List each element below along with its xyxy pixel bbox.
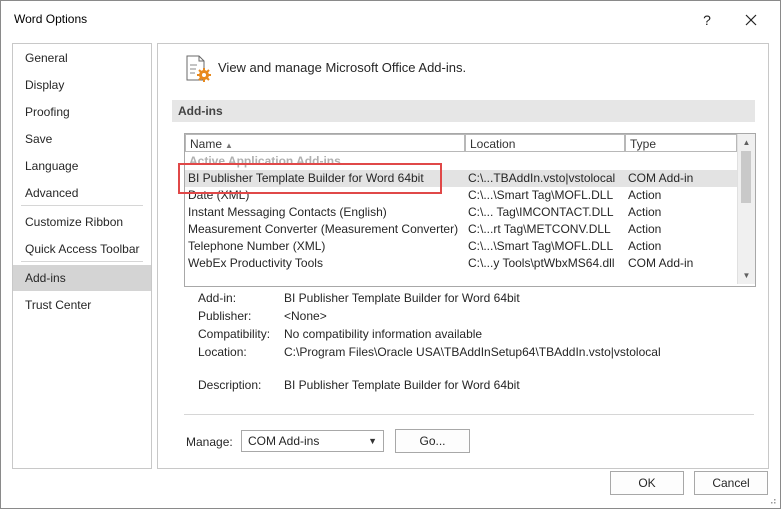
add-ins-panel: View and manage Microsoft Office Add-ins… <box>157 43 769 469</box>
panel-heading: View and manage Microsoft Office Add-ins… <box>218 60 467 75</box>
row-location: C:\... Tag\IMCONTACT.DLL <box>468 205 614 219</box>
scroll-thumb[interactable] <box>741 151 751 203</box>
table-row[interactable]: Measurement Converter (Measurement Conve… <box>185 221 737 238</box>
column-header-type[interactable]: Type <box>625 134 737 152</box>
row-location: C:\...\Smart Tag\MOFL.DLL <box>468 188 614 202</box>
highlight-annotation <box>178 163 442 194</box>
nav-item-general[interactable]: General <box>13 45 151 71</box>
row-location: C:\...\Smart Tag\MOFL.DLL <box>468 239 614 253</box>
detail-compatibility-label: Compatibility: <box>198 327 271 341</box>
detail-description-label: Description: <box>198 378 262 392</box>
column-name-label: Name <box>190 137 223 151</box>
detail-compatibility-value: No compatibility information available <box>284 327 483 341</box>
row-type: COM Add-in <box>628 256 694 270</box>
detail-addin-value: BI Publisher Template Builder for Word 6… <box>284 291 520 305</box>
nav-item-proofing[interactable]: Proofing <box>13 99 151 125</box>
scroll-down-icon[interactable]: ▼ <box>738 267 755 284</box>
row-type: COM Add-in <box>628 171 694 185</box>
detail-location-value: C:\Program Files\Oracle USA\TBAddInSetup… <box>284 345 661 359</box>
nav-item-quick-access-toolbar[interactable]: Quick Access Toolbar <box>13 236 151 262</box>
manage-label: Manage: <box>186 435 233 449</box>
detail-publisher-label: Publisher: <box>198 309 252 323</box>
nav-divider <box>21 205 143 206</box>
detail-description-value: BI Publisher Template Builder for Word 6… <box>284 378 520 392</box>
addins-gear-icon <box>186 55 211 82</box>
add-ins-list[interactable]: Name ▲ Location Type Active Application A… <box>184 133 756 287</box>
row-type: Action <box>628 222 662 236</box>
manage-selected-value: COM Add-ins <box>248 434 320 448</box>
row-location: C:\...rt Tag\METCONV.DLL <box>468 222 611 236</box>
row-type: Action <box>628 239 662 253</box>
resize-grip-icon[interactable] <box>768 496 776 504</box>
row-location: C:\...y Tools\ptWbxMS64.dll <box>468 256 615 270</box>
detail-addin-label: Add-in: <box>198 291 237 305</box>
sort-up-icon: ▲ <box>225 141 233 150</box>
row-name: Instant Messaging Contacts (English) <box>188 205 387 219</box>
table-row[interactable]: Instant Messaging Contacts (English) C:\… <box>185 204 737 221</box>
section-title: Add-ins <box>178 104 223 118</box>
manage-dropdown[interactable]: COM Add-ins ▼ <box>241 430 384 452</box>
row-name: Measurement Converter (Measurement Conve… <box>188 222 459 236</box>
go-button[interactable]: Go... <box>395 429 470 453</box>
column-header-name[interactable]: Name ▲ <box>185 134 465 152</box>
ok-button[interactable]: OK <box>610 471 684 495</box>
nav-item-advanced[interactable]: Advanced <box>13 180 151 206</box>
nav-divider <box>21 261 143 262</box>
row-name: WebEx Productivity Tools <box>188 256 323 270</box>
dropdown-caret-icon: ▼ <box>368 436 377 446</box>
row-name: Telephone Number (XML) <box>188 239 326 253</box>
nav-item-display[interactable]: Display <box>13 72 151 98</box>
panel-divider <box>184 414 754 415</box>
close-icon <box>745 14 757 26</box>
detail-location-label: Location: <box>198 345 247 359</box>
list-scrollbar[interactable]: ▲ ▼ <box>737 134 755 284</box>
table-row[interactable]: Telephone Number (XML) C:\...\Smart Tag\… <box>185 238 737 255</box>
scroll-up-icon[interactable]: ▲ <box>738 134 755 151</box>
title-bar: Word Options ? <box>1 1 780 37</box>
nav-item-save[interactable]: Save <box>13 126 151 152</box>
nav-item-add-ins[interactable]: Add-ins <box>13 265 151 291</box>
row-type: Action <box>628 205 662 219</box>
options-navigation: General Display Proofing Save Language A… <box>12 43 152 469</box>
detail-publisher-value: <None> <box>284 309 327 323</box>
nav-item-trust-center[interactable]: Trust Center <box>13 292 151 318</box>
table-row[interactable]: WebEx Productivity Tools C:\...y Tools\p… <box>185 255 737 272</box>
cancel-button[interactable]: Cancel <box>694 471 768 495</box>
section-header: Add-ins <box>172 100 755 122</box>
row-location: C:\...TBAddIn.vsto|vstolocal <box>468 171 616 185</box>
row-type: Action <box>628 188 662 202</box>
help-button[interactable]: ? <box>696 9 718 31</box>
column-header-location[interactable]: Location <box>465 134 625 152</box>
word-options-dialog: Word Options ? General Display Proofing … <box>0 0 781 509</box>
nav-item-language[interactable]: Language <box>13 153 151 179</box>
close-button[interactable] <box>739 9 763 31</box>
nav-item-customize-ribbon[interactable]: Customize Ribbon <box>13 209 151 235</box>
window-title: Word Options <box>14 12 88 26</box>
